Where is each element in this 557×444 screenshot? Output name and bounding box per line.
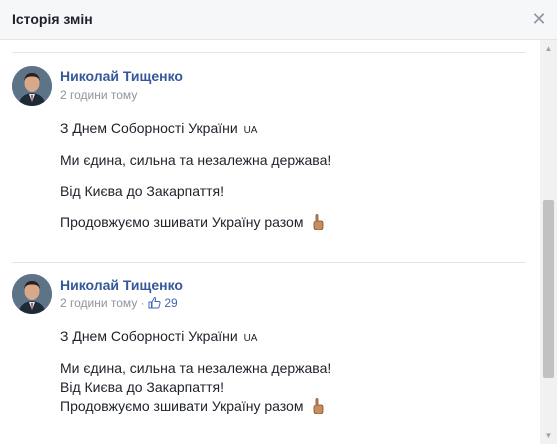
post-text-line-1: З Днем Соборності України [60, 120, 238, 136]
post-timestamp[interactable]: 2 години тому [60, 296, 137, 310]
vertical-scrollbar[interactable]: ▲ ▼ [540, 40, 557, 444]
author-name[interactable]: Николай Тищенко [60, 68, 183, 84]
post-text-line-4: Продовжуємо зшивати Україну разом [60, 398, 304, 414]
scroll-down-arrow-icon[interactable]: ▼ [540, 427, 557, 444]
scrollbar-thumb[interactable] [543, 200, 554, 378]
post-text-line-1: З Днем Соборності України [60, 328, 238, 344]
post-text-line-3: Від Києва до Закарпаття! [60, 183, 225, 199]
post-text-line: Продовжуємо зшивати Україну разом [60, 214, 324, 233]
pointing-finger-icon [312, 398, 324, 417]
thumbs-up-icon[interactable] [148, 296, 161, 312]
dialog-title: Історія змін [12, 11, 93, 27]
avatar[interactable] [12, 274, 52, 314]
edit-history-dialog: Історія змін ✕ Николай Тищенко 2 години … [0, 0, 557, 444]
post-text-line: З Днем Соборності України UA [60, 120, 257, 136]
scroll-up-arrow-icon[interactable]: ▲ [540, 40, 557, 57]
history-scroll-area[interactable]: Николай Тищенко 2 години тому З Днем Соб… [0, 40, 540, 444]
post-text-line: З Днем Соборності України UA [60, 328, 257, 344]
post-text-line: Продовжуємо зшивати Україну разом [60, 398, 324, 417]
pointing-finger-icon [312, 214, 324, 233]
post-text-line-4: Продовжуємо зшивати Україну разом [60, 214, 304, 230]
flag-ua-label: UA [243, 333, 258, 344]
avatar[interactable] [12, 66, 52, 106]
history-entry: Николай Тищенко 2 години тому · 29 З Дне… [0, 262, 540, 444]
post-timestamp[interactable]: 2 години тому [60, 88, 137, 102]
close-icon[interactable]: ✕ [529, 9, 549, 29]
meta-separator: · [140, 296, 145, 310]
like-count[interactable]: 29 [164, 296, 177, 310]
post-meta: 2 години тому · 29 [60, 296, 178, 312]
post-text-line-3: Від Києва до Закарпаття! [60, 379, 225, 395]
dialog-header: Історія змін ✕ [0, 0, 557, 40]
post-text-line-2: Ми єдина, сильна та незалежна держава! [60, 360, 332, 376]
post-text-line-2: Ми єдина, сильна та незалежна держава! [60, 152, 332, 168]
author-name[interactable]: Николай Тищенко [60, 277, 183, 293]
history-entry: Николай Тищенко 2 години тому З Днем Соб… [0, 52, 540, 262]
flag-ua-label: UA [243, 125, 258, 136]
